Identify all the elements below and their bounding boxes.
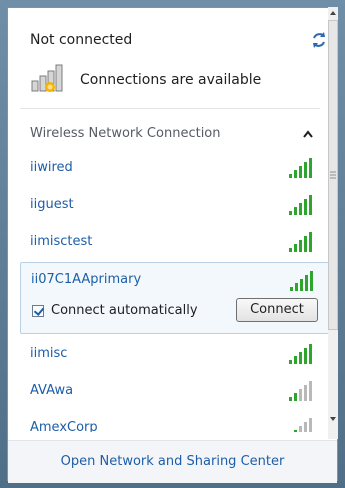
signal-strength-icon [289,195,312,215]
connection-status: Not connected [30,32,133,48]
network-name: AVAwa [30,383,74,398]
signal-strength-icon [289,344,312,364]
network-row[interactable]: iiwired [20,150,333,187]
network-row-selected[interactable]: ii07C1AAprimary Connect automatically Co… [20,262,333,334]
connect-automatically-label: Connect automatically [51,303,198,318]
signal-strength-icon [290,271,313,291]
scrollbar-thumb[interactable] [328,20,338,330]
network-name: iimisctest [30,234,93,249]
scroll-grip-icon [330,171,336,179]
connections-available-icon [31,64,63,92]
connect-automatically-checkbox[interactable] [32,305,44,317]
signal-strength-icon [289,232,312,252]
status-header: Not connected Connections are available [8,8,337,108]
open-network-sharing-center-link[interactable]: Open Network and Sharing Center [8,454,337,469]
network-row[interactable]: iimisc [20,336,333,373]
network-name: ii07C1AAprimary [31,272,142,287]
network-name: iimisc [30,346,68,361]
network-row[interactable]: AmexCorp [20,410,333,432]
signal-strength-icon [289,158,312,178]
network-row[interactable]: iiguest [20,187,333,224]
connect-button[interactable]: Connect [236,298,318,322]
network-row[interactable]: iimisctest [20,224,333,261]
section-title: Wireless Network Connection [30,126,221,141]
connections-available-text: Connections are available [80,72,262,88]
network-name: iiwired [30,160,73,175]
network-name: AmexCorp [30,420,98,432]
footer: Open Network and Sharing Center [8,440,337,483]
scroll-down-arrow-icon[interactable] [328,413,338,425]
network-name: iiguest [30,197,74,212]
network-list: iiwired iiguest iimisctest ii07C1AAprima… [20,146,333,432]
chevron-up-icon[interactable] [302,129,314,139]
refresh-icon[interactable] [308,29,330,51]
scroll-up-arrow-icon[interactable] [328,7,338,19]
header-divider [20,108,320,109]
signal-strength-icon [289,381,312,401]
signal-strength-icon [294,418,312,432]
network-row[interactable]: AVAwa [20,373,333,410]
network-flyout-panel: Not connected Connections are available … [7,7,338,483]
